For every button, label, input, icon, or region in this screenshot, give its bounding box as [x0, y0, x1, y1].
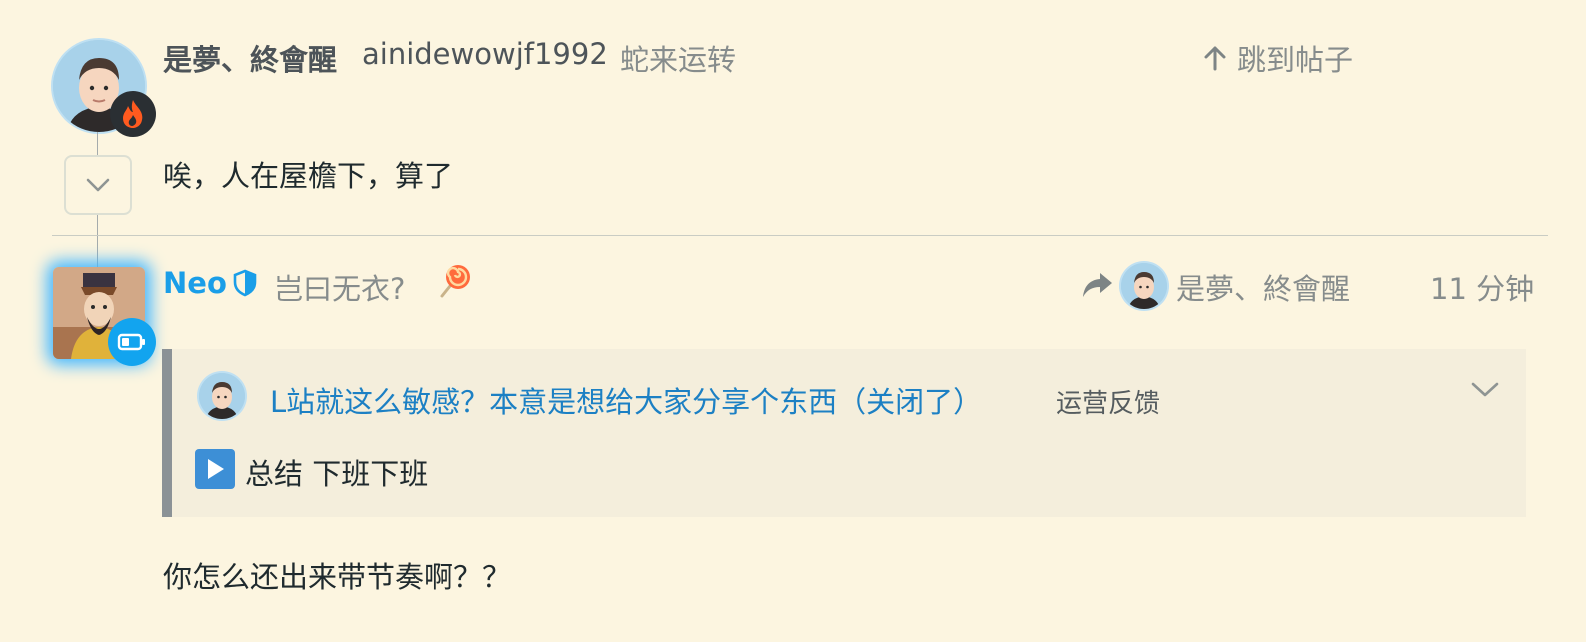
quote-expand-toggle[interactable] — [1470, 380, 1500, 404]
chevron-down-icon — [86, 178, 110, 192]
jump-label: 跳到帖子 — [1237, 43, 1354, 77]
user-title: 岂曰无衣? — [274, 272, 406, 306]
chevron-down-icon — [1471, 382, 1499, 397]
lollipop-icon — [438, 262, 474, 304]
fire-icon — [110, 91, 156, 137]
post-body: 唉，人在屋檐下，算了 — [163, 159, 454, 193]
battery-icon — [108, 318, 156, 366]
jump-to-post-link[interactable]: 跳到帖子 — [1203, 37, 1353, 79]
quote-body: 总结 下班下班 — [245, 457, 429, 491]
arrow-up-icon — [1204, 46, 1226, 71]
post-body: 你怎么还出来带节奏啊？？ — [163, 560, 512, 594]
post-timestamp[interactable]: 11 分钟 — [1430, 266, 1534, 308]
play-button-icon — [195, 449, 235, 489]
post-divider — [52, 235, 1548, 236]
quote-category[interactable]: 运营反馈 — [1056, 383, 1160, 420]
reply-to-avatar[interactable] — [1121, 263, 1167, 309]
quote-avatar[interactable] — [199, 373, 245, 419]
display-name[interactable]: Neo — [163, 266, 227, 300]
user-title: 蛇来运转 — [620, 43, 737, 77]
reply-to-icon[interactable] — [1080, 270, 1114, 304]
username[interactable]: ainidewowjf1992 — [362, 37, 608, 71]
display-name[interactable]: 是夢、終會醒 — [163, 37, 337, 79]
collapse-button[interactable] — [64, 155, 132, 215]
reply-to-name[interactable]: 是夢、終會醒 — [1176, 266, 1350, 308]
quote-topic-link[interactable]: L站就这么敏感？本意是想给大家分享个东西（关闭了） — [270, 379, 982, 421]
shield-icon — [232, 269, 258, 301]
